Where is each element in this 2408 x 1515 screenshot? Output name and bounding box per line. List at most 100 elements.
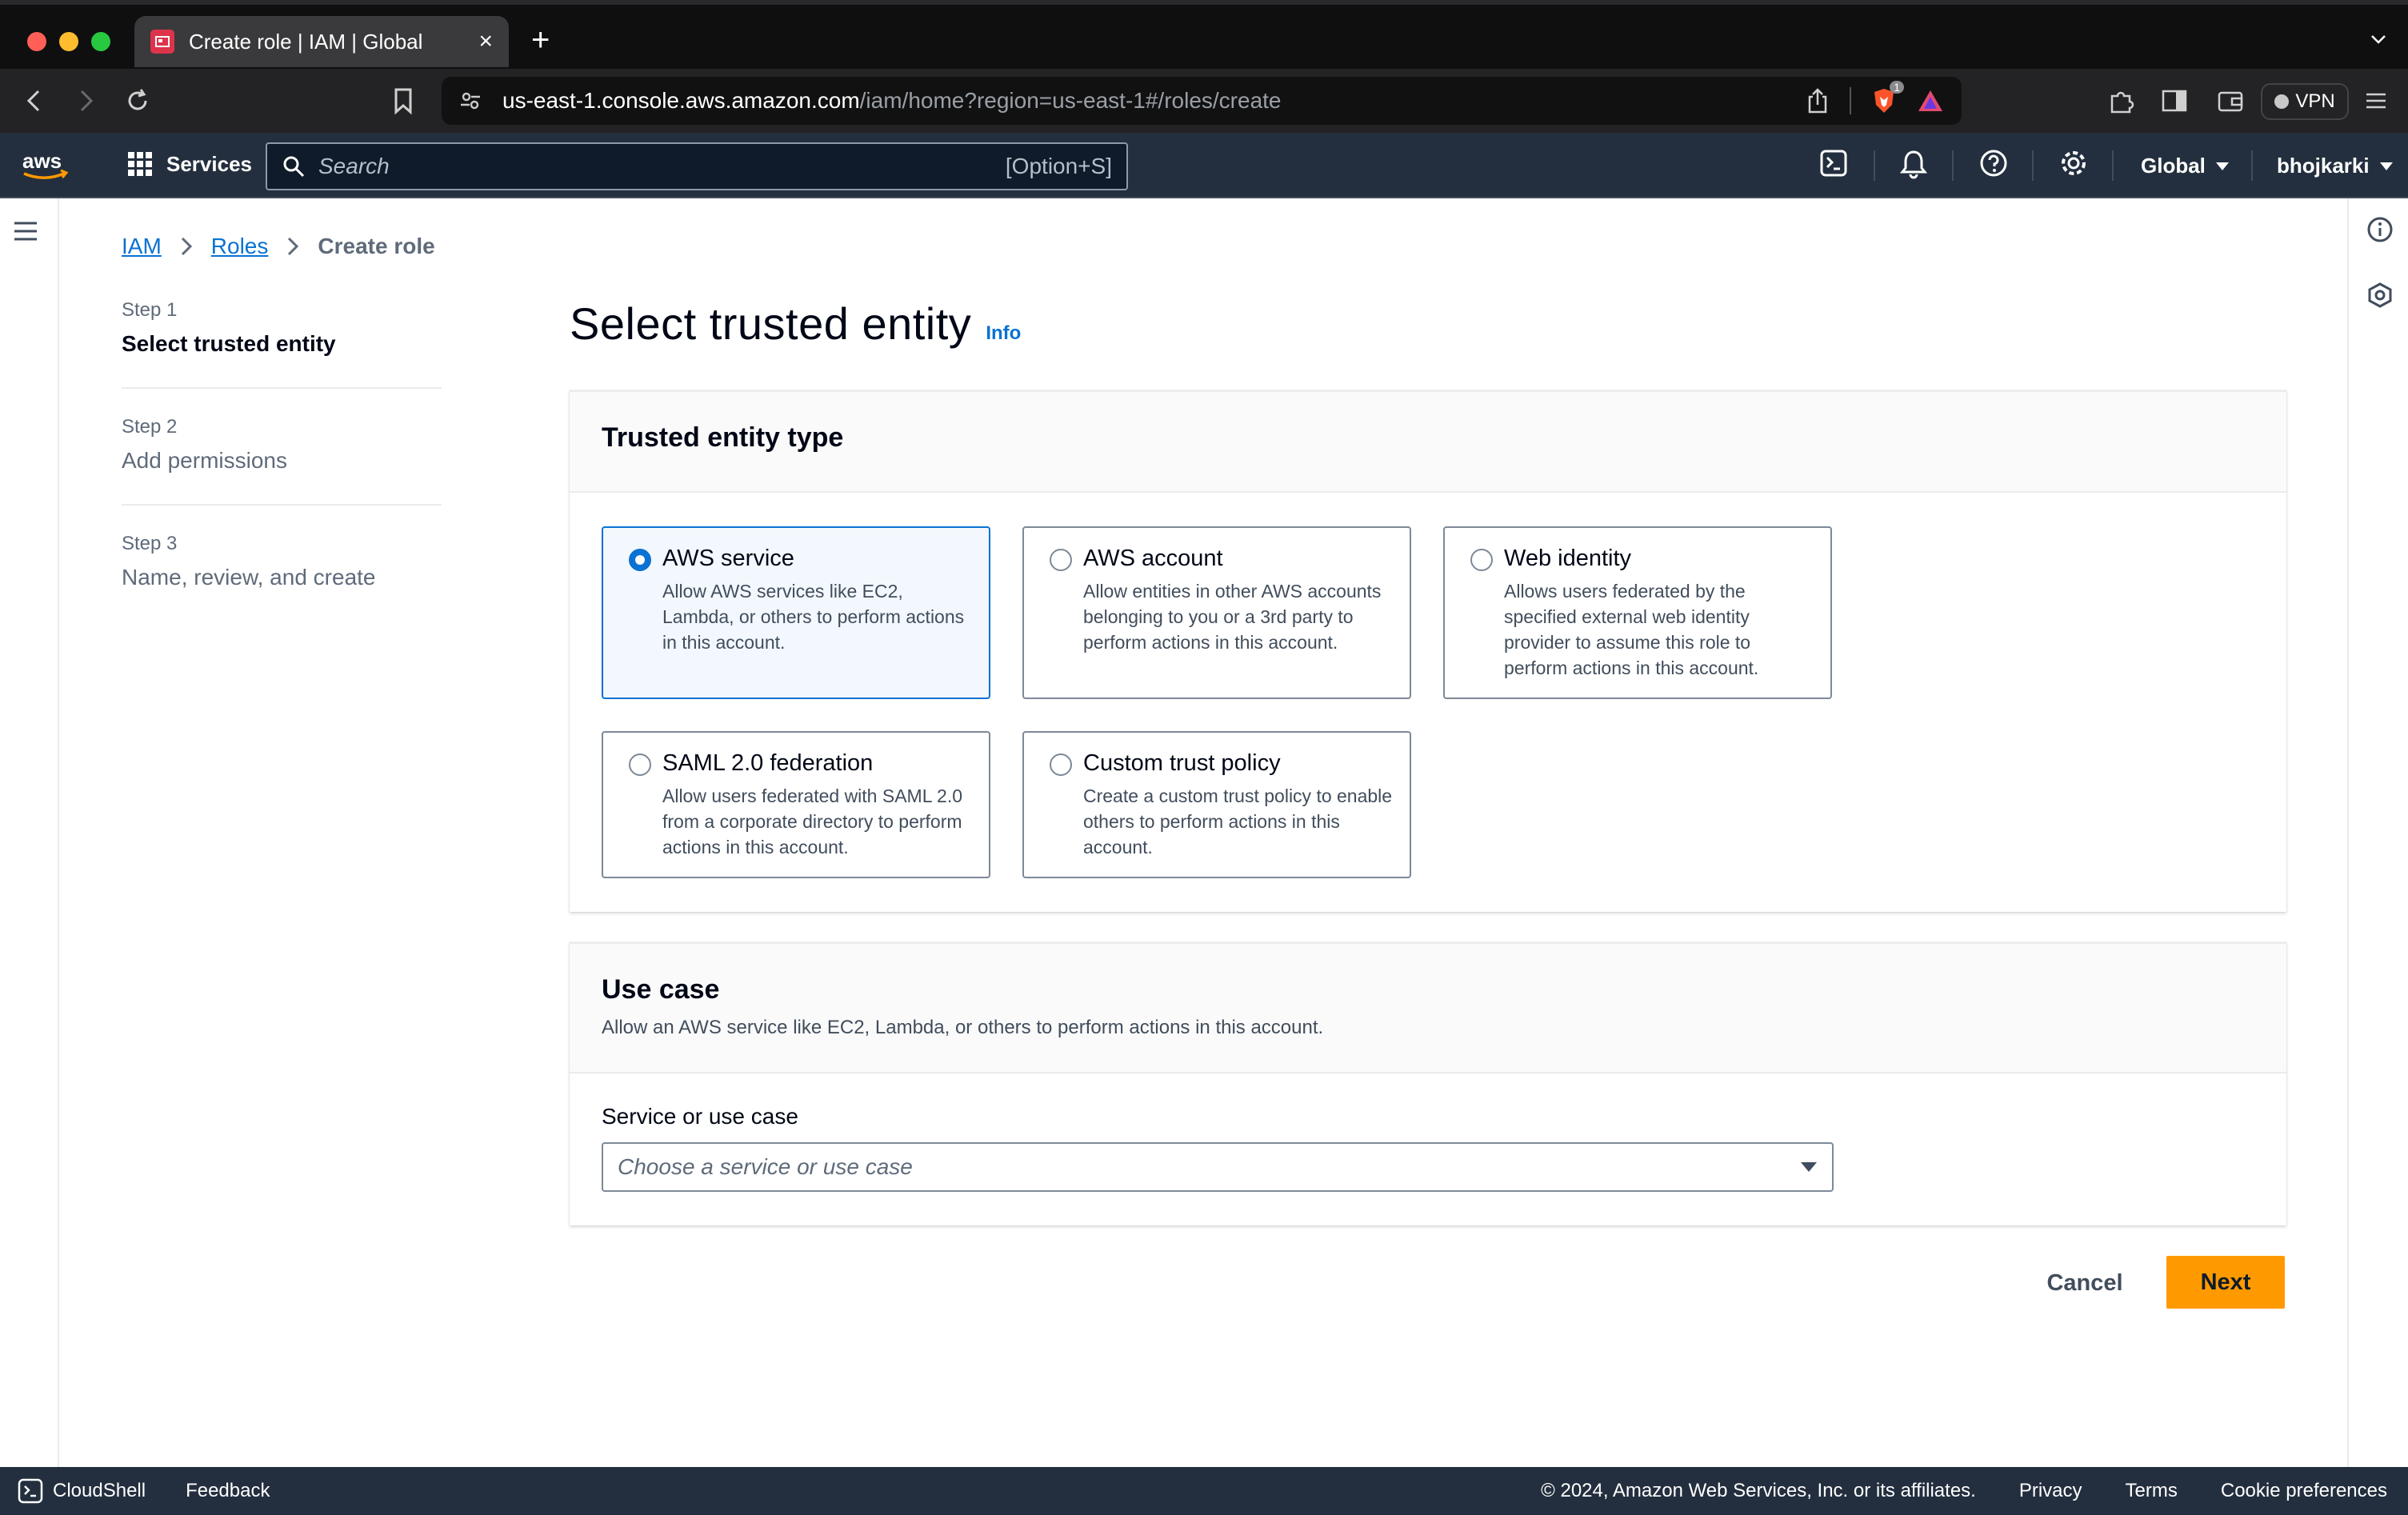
option-aws-account[interactable]: AWS account Allow entities in other AWS … [1022, 526, 1411, 699]
menu-icon[interactable] [2363, 86, 2389, 115]
privacy-link[interactable]: Privacy [2019, 1480, 2082, 1502]
option-description: Allow entities in other AWS accounts bel… [1083, 581, 1382, 653]
vpn-status-icon [2274, 94, 2290, 109]
next-button[interactable]: Next [2166, 1256, 2285, 1309]
wizard-steps: Step 1 Select trusted entity Step 2 Add … [122, 299, 442, 648]
cloudshell-label: CloudShell [53, 1480, 146, 1501]
nav-divider [1874, 150, 1875, 181]
user-label: bhojkarki [2277, 154, 2370, 178]
close-icon[interactable]: × [478, 30, 493, 54]
caret-down-icon [2215, 162, 2229, 170]
option-custom-trust-policy[interactable]: Custom trust policy Create a custom trus… [1022, 731, 1411, 878]
option-saml-federation[interactable]: SAML 2.0 federation Allow users federate… [602, 731, 990, 878]
trusted-entity-panel: Trusted entity type AWS service Allow AW… [570, 390, 2286, 912]
tab-title: Create role | IAM | Global [189, 29, 423, 54]
nav-divider [2251, 150, 2253, 181]
url-text: us-east-1.console.aws.amazon.com/iam/hom… [502, 88, 1282, 114]
radio-aws-service[interactable] [629, 549, 651, 571]
hamburger-icon[interactable] [13, 219, 38, 243]
vpn-label: VPN [2295, 90, 2335, 112]
copyright-text: © 2024, Amazon Web Services, Inc. or its… [1541, 1480, 1976, 1501]
cloudshell-icon[interactable] [1819, 149, 1848, 178]
region-selector[interactable]: Global [2141, 154, 2230, 178]
search-placeholder: Search [318, 154, 390, 178]
use-case-panel: Use case Allow an AWS service like EC2, … [570, 942, 2286, 1225]
nav-divider [1952, 150, 1954, 181]
sidebar-icon[interactable] [2160, 86, 2189, 115]
radio-custom-trust-policy[interactable] [1050, 754, 1072, 776]
radio-saml-federation[interactable] [629, 754, 651, 776]
info-icon[interactable] [2366, 216, 2394, 243]
service-use-case-select[interactable]: Choose a service or use case [602, 1142, 1834, 1192]
option-title: Custom trust policy [1083, 750, 1281, 776]
step-number: Step 2 [122, 416, 178, 438]
cancel-button[interactable]: Cancel [2030, 1259, 2139, 1307]
security-icon[interactable] [2366, 282, 2394, 309]
vpn-button[interactable]: VPN [2261, 83, 2349, 120]
option-description: Create a custom trust policy to enable o… [1083, 785, 1393, 857]
site-settings-icon[interactable] [459, 90, 482, 112]
back-icon[interactable] [21, 86, 48, 115]
new-tab-icon[interactable]: + [531, 24, 550, 56]
url-path: /iam/home?region=us-east-1#/roles/create [859, 88, 1282, 113]
step-number: Step 1 [122, 299, 178, 321]
option-title: AWS account [1083, 546, 1223, 571]
search-shortcut: [Option+S] [1005, 154, 1112, 178]
radio-web-identity[interactable] [1470, 549, 1493, 571]
option-web-identity[interactable]: Web identity Allows users federated by t… [1443, 526, 1832, 699]
url-host: us-east-1.console.aws.amazon.com [502, 88, 860, 113]
option-title: AWS service [662, 546, 794, 571]
breadcrumb-create-role: Create role [318, 234, 435, 258]
cookie-preferences-link[interactable]: Cookie preferences [2221, 1480, 2387, 1502]
window-minimize-button[interactable] [59, 32, 78, 51]
console-search-input[interactable]: Search [Option+S] [266, 142, 1128, 190]
console-footer: CloudShell Feedback © 2024, Amazon Web S… [0, 1467, 2408, 1515]
caret-down-icon [2379, 162, 2393, 170]
toolbar-divider [1850, 87, 1851, 114]
page-title: Select trusted entity [570, 298, 972, 349]
grid-icon [128, 152, 152, 176]
reload-icon[interactable] [123, 86, 152, 115]
feedback-link[interactable]: Feedback [186, 1480, 270, 1502]
brave-rewards-icon[interactable] [1917, 89, 1944, 113]
window-close-button[interactable] [27, 32, 46, 51]
terms-link[interactable]: Terms [2126, 1480, 2178, 1502]
aws-logo-text: aws [22, 149, 62, 173]
browser-tab[interactable]: Create role | IAM | Global × [134, 16, 509, 67]
bookmark-icon[interactable] [392, 86, 414, 115]
info-link[interactable]: Info [986, 322, 1021, 345]
tab-list-chevron-icon[interactable] [2368, 29, 2389, 50]
address-bar[interactable]: us-east-1.console.aws.amazon.com/iam/hom… [442, 77, 1962, 125]
extensions-icon[interactable] [2107, 86, 2136, 115]
browser-tab-bar: Create role | IAM | Global × + [0, 0, 2408, 69]
window-zoom-button[interactable] [91, 32, 110, 51]
share-icon[interactable] [1806, 87, 1829, 114]
brave-shields-icon[interactable]: 1 [1872, 81, 1904, 114]
help-icon[interactable] [1979, 149, 2008, 178]
panel-description: Allow an AWS service like EC2, Lambda, o… [602, 1017, 1324, 1038]
forward-icon[interactable] [72, 86, 99, 115]
option-description: Allow AWS services like EC2, Lambda, or … [662, 581, 965, 653]
breadcrumb-roles[interactable]: Roles [211, 234, 269, 259]
gear-icon[interactable] [2059, 149, 2088, 178]
bell-icon[interactable] [1899, 149, 1928, 179]
chevron-right-icon [181, 237, 192, 256]
aws-logo[interactable]: aws [21, 149, 72, 182]
panel-header: Use case Allow an AWS service like EC2, … [570, 944, 2286, 1073]
aws-console-navbar: aws Services Search [Option+S] Global bh… [0, 133, 2408, 198]
option-aws-service[interactable]: AWS service Allow AWS services like EC2,… [602, 526, 990, 699]
wallet-icon[interactable] [2216, 86, 2245, 115]
breadcrumb: IAM Roles Create role [122, 234, 435, 259]
select-placeholder: Choose a service or use case [618, 1154, 913, 1179]
breadcrumb-iam[interactable]: IAM [122, 234, 162, 259]
cloudshell-button[interactable]: CloudShell [18, 1478, 146, 1504]
account-menu[interactable]: bhojkarki [2277, 154, 2394, 178]
service-field-label: Service or use case [602, 1104, 798, 1129]
radio-aws-account[interactable] [1050, 549, 1072, 571]
services-menu-button[interactable]: Services [126, 150, 252, 178]
wizard-step-3: Step 3 Name, review, and create [122, 533, 442, 621]
wizard-step-1: Step 1 Select trusted entity [122, 299, 442, 389]
step-label: Add permissions [122, 448, 287, 473]
page-header: Select trusted entity Info [570, 298, 1021, 350]
tools-panel-rail [2347, 198, 2408, 1467]
